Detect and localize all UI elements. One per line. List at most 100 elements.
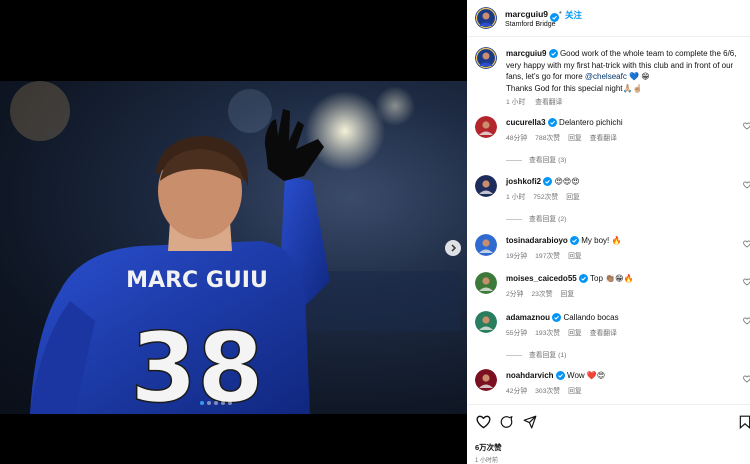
comment-text: moises_caicedo55 Top 👏🏽😁🔥 [506, 273, 744, 285]
comment-like-count[interactable]: 197次赞 [535, 253, 560, 260]
comment-time: 42分钟 [506, 388, 528, 395]
reply-button[interactable]: 回复 [561, 291, 575, 298]
comment-like-count[interactable]: 788次赞 [535, 135, 560, 142]
author-avatar[interactable] [475, 7, 497, 29]
caption-meta: 1 小时 查看翻译 [506, 96, 570, 106]
translate-link[interactable]: 查看翻译 [590, 330, 617, 337]
comment-body: Top 👏🏽😁🔥 [590, 274, 634, 283]
follow-button[interactable]: 关注 [565, 9, 582, 21]
replies-divider [506, 218, 522, 220]
caption-text: marcguiu9 Good work of the whole team to… [506, 48, 746, 94]
commenter-username[interactable]: cucurella3 [506, 118, 546, 127]
comment-time: 48分钟 [506, 135, 528, 142]
comment-text: cucurella3 Delantero pichichi [506, 117, 744, 129]
commenter-avatar[interactable] [475, 311, 497, 333]
heart-icon[interactable] [743, 240, 750, 248]
commenter-avatar[interactable] [475, 116, 497, 138]
comment-text: tosinadarabioyo My boy! 🔥 [506, 235, 744, 247]
carousel-dot [207, 401, 211, 405]
comment-meta: 55分钟 193次赞 回复 查看翻译 [506, 327, 625, 337]
carousel-dot [221, 401, 225, 405]
commenter-username[interactable]: joshkofi2 [506, 177, 541, 186]
likes-count[interactable]: 6万次赞 [475, 442, 502, 453]
carousel-dot [200, 401, 204, 405]
reply-button[interactable]: 回复 [568, 330, 582, 337]
separator-dot: • [559, 8, 562, 17]
comment-body: Callando bocas [563, 313, 619, 322]
commenter-username[interactable]: moises_caicedo55 [506, 274, 577, 283]
comment-like-count[interactable]: 193次赞 [535, 330, 560, 337]
translate-link[interactable]: 查看翻译 [590, 135, 617, 142]
commenter-username[interactable]: noahdarvich [506, 371, 554, 380]
jersey-number: 38 [130, 312, 264, 414]
caption-time: 1 小时 [506, 99, 526, 106]
carousel-dot [228, 401, 232, 405]
comment-body: 😍😍😍 [554, 177, 580, 186]
commenter-avatar[interactable] [475, 175, 497, 197]
comment-body: Wow ❤️😍 [567, 371, 606, 380]
reply-button[interactable]: 回复 [568, 253, 582, 260]
verified-badge-icon [547, 118, 557, 128]
commenter-avatar[interactable] [475, 272, 497, 294]
view-replies-link[interactable]: 查看回复 (3) [506, 154, 566, 164]
commenter-avatar[interactable] [475, 369, 497, 391]
heart-icon[interactable] [743, 122, 750, 130]
verified-badge-icon [555, 371, 565, 381]
reply-button[interactable]: 回复 [568, 388, 582, 395]
comment-like-count[interactable]: 752次赞 [533, 194, 558, 201]
bookmark-icon[interactable] [739, 415, 750, 429]
next-image-button[interactable] [445, 240, 461, 256]
action-bar: 6万次赞 1 小时前 [467, 404, 750, 464]
comment-time: 55分钟 [506, 330, 528, 337]
comment-meta: 48分钟 788次赞 回复 查看翻译 [506, 132, 625, 142]
author-username[interactable]: marcguiu9 [505, 9, 548, 19]
view-replies-link[interactable]: 查看回复 (1) [506, 349, 566, 359]
heart-icon[interactable] [743, 181, 750, 189]
verified-badge-icon [543, 177, 553, 187]
translate-link[interactable]: 查看翻译 [535, 99, 562, 106]
verified-badge-icon [548, 49, 558, 59]
comment-body: My boy! 🔥 [581, 236, 622, 245]
comment-body: Delantero pichichi [559, 118, 623, 127]
chevron-right-icon [451, 244, 457, 252]
commenter-avatar[interactable] [475, 234, 497, 256]
heart-icon[interactable] [743, 375, 750, 383]
media-panel: MARC GUIU 38 [0, 0, 467, 464]
comment-time: 2分钟 [506, 291, 524, 298]
heart-icon[interactable] [743, 317, 750, 325]
comment-text: noahdarvich Wow ❤️😍 [506, 370, 744, 382]
comment-text: adamaznou Callando bocas [506, 312, 744, 324]
post-location[interactable]: Stamford Bridge [505, 21, 556, 28]
carousel-indicator [200, 401, 232, 405]
comment-like-count[interactable]: 23次赞 [531, 291, 552, 298]
replies-divider [506, 354, 522, 356]
view-replies-label[interactable]: 查看回复 (1) [529, 352, 566, 359]
comment-meta: 1 小时 752次赞 回复 [506, 191, 588, 201]
player-illustration: MARC GUIU 38 [10, 81, 460, 414]
reply-button[interactable]: 回复 [568, 135, 582, 142]
author-avatar[interactable] [475, 47, 497, 69]
caption-username[interactable]: marcguiu9 [506, 49, 546, 58]
verified-badge-icon [552, 313, 562, 323]
comment-icon[interactable] [499, 415, 514, 429]
view-replies-label[interactable]: 查看回复 (2) [529, 216, 566, 223]
view-replies-link[interactable]: 查看回复 (2) [506, 213, 566, 223]
share-icon[interactable] [523, 415, 537, 429]
comment-time: 19分钟 [506, 253, 528, 260]
verified-badge-icon [570, 236, 580, 246]
comment-like-count[interactable]: 303次赞 [535, 388, 560, 395]
reply-button[interactable]: 回复 [566, 194, 580, 201]
heart-icon[interactable] [476, 415, 491, 429]
commenter-username[interactable]: tosinadarabioyo [506, 236, 568, 245]
comment-text: joshkofi2 😍😍😍 [506, 176, 744, 188]
comment-time: 1 小时 [506, 194, 526, 201]
heart-icon[interactable] [743, 278, 750, 286]
commenter-username[interactable]: adamaznou [506, 313, 550, 322]
caption-emoji: 💙 😁 [626, 72, 650, 81]
post-timestamp: 1 小时前 [475, 458, 499, 464]
jersey-name: MARC GUIU [126, 268, 268, 293]
mention-link[interactable]: @chelseafc [585, 72, 627, 81]
view-replies-label[interactable]: 查看回复 (3) [529, 157, 566, 164]
post-sidebar: marcguiu9 • 关注 Stamford Bridge marcguiu9… [467, 0, 750, 464]
post-photo[interactable]: MARC GUIU 38 [0, 81, 467, 414]
